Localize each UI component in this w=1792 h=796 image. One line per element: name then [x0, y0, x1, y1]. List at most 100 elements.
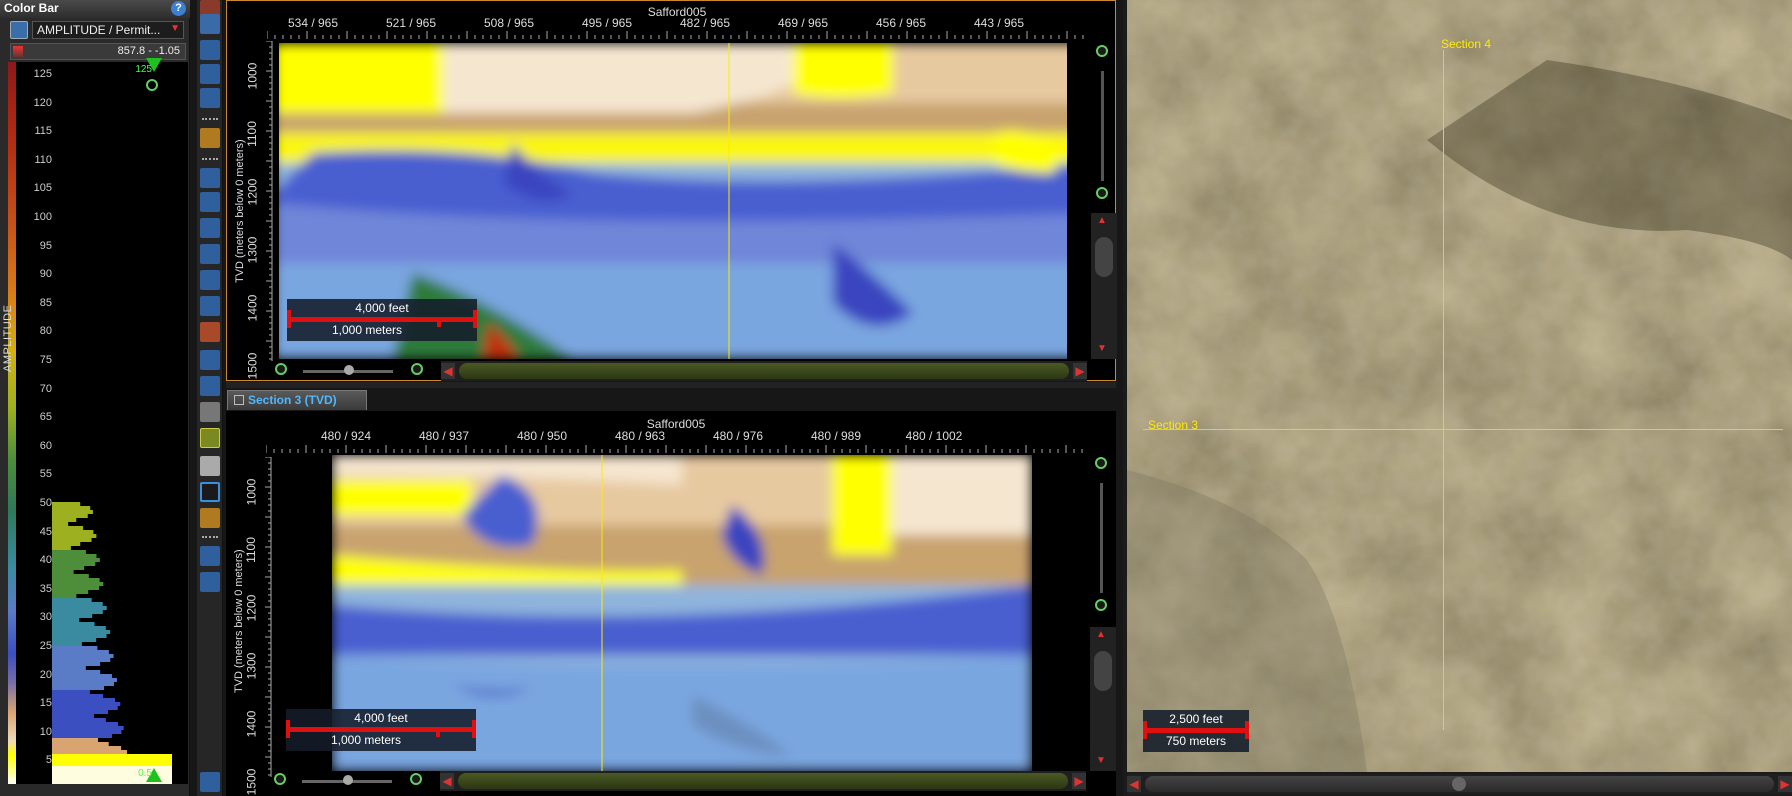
tool-measure-icon[interactable]	[200, 88, 220, 108]
zoom-in-icon[interactable]	[146, 79, 158, 91]
range-swatch-icon	[13, 46, 23, 57]
scroll-right-icon[interactable]: ▶	[1072, 773, 1086, 789]
zoom-in-icon[interactable]	[410, 773, 422, 785]
tool-pick-icon[interactable]	[200, 168, 220, 188]
section-3-label[interactable]: Section 3	[1148, 418, 1198, 432]
histogram-bar	[52, 694, 104, 698]
scroll-thumb[interactable]	[1095, 237, 1113, 277]
scroll-thumb[interactable]	[1094, 651, 1112, 691]
histogram-bar	[52, 594, 77, 598]
tool-digitize-icon[interactable]	[200, 192, 220, 212]
colorbar-title: Color Bar	[4, 1, 59, 15]
tool-document-icon[interactable]	[200, 456, 220, 476]
view-splitter[interactable]	[226, 382, 1116, 388]
x-tick-label: 480 / 937	[418, 429, 470, 443]
tool-triangle-icon[interactable]	[200, 350, 220, 370]
histogram-bar	[52, 570, 74, 574]
horizontal-scrollbar[interactable]: ◀ ▶	[440, 771, 1086, 791]
zoom-out-icon[interactable]	[1095, 599, 1107, 611]
histogram-bar	[52, 738, 99, 742]
zoom-in-icon[interactable]	[1096, 45, 1108, 57]
zoom-out-icon[interactable]	[274, 773, 286, 785]
vertical-zoom-slider[interactable]	[1100, 483, 1103, 593]
vertical-scrollbar[interactable]: ▲ ▼	[1090, 627, 1116, 771]
section-4-line[interactable]	[1443, 50, 1444, 730]
tool-layers-icon[interactable]	[200, 296, 220, 316]
histogram-bar	[52, 586, 100, 590]
histogram-bar	[52, 758, 172, 762]
zoom-slider-thumb[interactable]	[344, 365, 354, 375]
histogram-bar	[52, 782, 172, 784]
vertical-zoom-slider[interactable]	[1101, 71, 1104, 181]
scroll-left-icon[interactable]: ◀	[1127, 776, 1141, 792]
histogram-bar	[52, 722, 119, 726]
histogram-bar	[52, 502, 81, 506]
zoom-out-icon[interactable]	[275, 363, 287, 375]
section-4-label[interactable]: Section 4	[1441, 37, 1491, 51]
histogram-bar	[52, 606, 107, 610]
scroll-thumb[interactable]	[459, 363, 1069, 379]
tool-properties-icon[interactable]	[200, 322, 220, 342]
tool-rectangle-icon[interactable]	[200, 482, 220, 502]
histogram-bar	[52, 678, 117, 682]
scroll-down-icon[interactable]: ▼	[1097, 343, 1107, 354]
color-ramp	[8, 62, 16, 784]
map-view: Section 4 Section 3 2,500 feet 750 meter…	[1123, 0, 1792, 796]
tool-satellite-icon[interactable]	[200, 402, 220, 422]
histogram-bar	[52, 706, 118, 710]
tool-grid-icon[interactable]	[200, 376, 220, 396]
histogram-bar	[52, 566, 85, 570]
scroll-right-icon[interactable]: ▶	[1778, 776, 1792, 792]
tool-rotate-icon[interactable]	[200, 64, 220, 84]
tool-edit-icon[interactable]	[200, 218, 220, 238]
tab-section-3[interactable]: Section 3 (TVD)	[227, 390, 367, 410]
colorbar-tick-label: 55	[39, 468, 52, 481]
tool-image-icon[interactable]	[200, 128, 220, 148]
y-axis	[266, 41, 273, 361]
tool-collapse-icon[interactable]	[200, 772, 220, 792]
scroll-left-icon[interactable]: ◀	[440, 773, 454, 789]
histogram-bar	[52, 742, 109, 746]
satellite-map[interactable]	[1127, 0, 1792, 772]
zoom-out-icon[interactable]	[1096, 187, 1108, 199]
scroll-center-knob[interactable]	[1452, 777, 1466, 791]
tool-dots-icon[interactable]	[200, 572, 220, 592]
x-tick-label: 495 / 965	[581, 16, 633, 30]
scroll-right-icon[interactable]: ▶	[1073, 363, 1087, 379]
scroll-thumb[interactable]	[458, 773, 1068, 789]
section-view-top: Safford005 534 / 965 521 / 965 508 / 965 49…	[226, 0, 1117, 381]
histogram-bar	[52, 674, 112, 678]
tool-pan-icon[interactable]	[200, 14, 220, 34]
attribute-select[interactable]: AMPLITUDE / Permit... ▼	[32, 21, 184, 39]
histogram-bar	[52, 702, 121, 706]
scroll-up-icon[interactable]: ▲	[1096, 629, 1106, 640]
map-horizontal-scrollbar[interactable]: ◀ ▶	[1127, 774, 1792, 794]
histogram-bar	[52, 718, 106, 722]
tool-zoom-icon[interactable]	[200, 40, 220, 60]
horizontal-scrollbar[interactable]: ◀ ▶	[441, 361, 1087, 381]
histogram-bar	[52, 538, 92, 542]
histogram-bar	[52, 686, 105, 690]
tool-connect-icon[interactable]	[200, 244, 220, 264]
colorbar-tick-label: 25	[39, 640, 52, 652]
scroll-down-icon[interactable]: ▼	[1096, 755, 1106, 766]
tool-target-icon[interactable]	[200, 428, 220, 448]
tool-image2-icon[interactable]	[200, 508, 220, 528]
colorbar-range-text: 857.8 - -1.05	[117, 45, 180, 57]
help-icon[interactable]: ?	[171, 1, 186, 16]
y-tick-label: 1300	[245, 236, 260, 264]
colorbar-settings-icon[interactable]	[10, 21, 28, 39]
zoom-slider-thumb[interactable]	[343, 775, 353, 785]
scroll-up-icon[interactable]: ▲	[1097, 215, 1107, 226]
vertical-scrollbar[interactable]: ▲ ▼	[1091, 213, 1117, 359]
zoom-in-icon[interactable]	[411, 363, 423, 375]
section-3-line[interactable]	[1143, 429, 1783, 430]
scalebar-meters: 750 meters	[1165, 734, 1227, 748]
tool-pencil-icon[interactable]	[200, 546, 220, 566]
scalebar-meters: 1,000 meters	[330, 733, 402, 747]
zoom-in-icon[interactable]	[1095, 457, 1107, 469]
scroll-left-icon[interactable]: ◀	[441, 363, 455, 379]
tool-split-icon[interactable]	[200, 270, 220, 290]
histogram-bar	[52, 542, 81, 546]
histogram-bar	[52, 726, 124, 730]
